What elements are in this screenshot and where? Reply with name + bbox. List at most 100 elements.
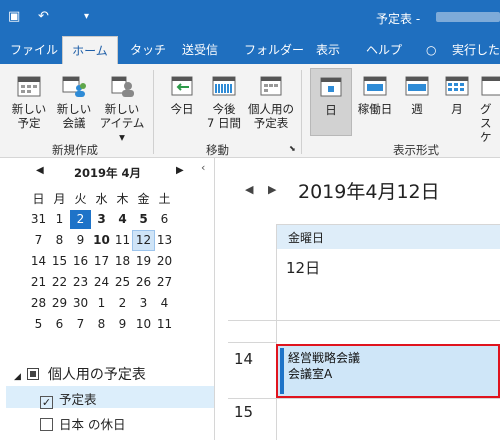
- mini-calendar-day[interactable]: 8: [91, 315, 112, 334]
- mini-calendar-day[interactable]: 22: [49, 273, 70, 292]
- mini-calendar-day[interactable]: 28: [28, 294, 49, 313]
- mini-calendar-day[interactable]: 11: [154, 315, 175, 334]
- mini-calendar-day[interactable]: 4: [112, 210, 133, 229]
- tab-touch[interactable]: タッチ: [130, 36, 166, 64]
- mini-calendar-day[interactable]: 17: [91, 252, 112, 271]
- tab-view[interactable]: 表示: [316, 36, 340, 64]
- today-button[interactable]: 今日: [164, 74, 200, 116]
- mini-calendar-day[interactable]: 1: [49, 210, 70, 229]
- mini-calendar-day[interactable]: 12: [132, 230, 155, 251]
- group-label-new: 新規作成: [52, 143, 98, 157]
- calendar-item-label: 予定表: [59, 392, 97, 407]
- group-label-move: 移動: [206, 143, 229, 157]
- calendar-checkbox[interactable]: ✓: [40, 396, 53, 409]
- mini-calendar-day[interactable]: 29: [49, 294, 70, 313]
- calendar-checkbox[interactable]: [40, 418, 53, 431]
- tab-home[interactable]: ホーム: [62, 36, 118, 64]
- mini-calendar-day[interactable]: 30: [70, 294, 91, 313]
- weekday-header: 土: [158, 192, 171, 206]
- selected-calendar-highlight: [6, 386, 214, 408]
- weekday-header: 日: [32, 192, 45, 206]
- new-items-icon: [111, 76, 134, 97]
- mini-calendar-day[interactable]: 20: [154, 252, 175, 271]
- customize-quick-access-icon[interactable]: ▾: [84, 11, 89, 22]
- title-bar: ▣ ↶ ▾ 予定表 -: [0, 0, 500, 36]
- mini-calendar-day[interactable]: 2: [70, 210, 91, 229]
- mini-calendar-day[interactable]: 3: [91, 210, 112, 229]
- mini-calendar-day[interactable]: 7: [70, 315, 91, 334]
- mini-calendar-day[interactable]: 4: [154, 294, 175, 313]
- tab-help[interactable]: ヘルプ: [366, 36, 402, 64]
- calendar-item-default[interactable]: ✓ 予定表: [40, 389, 97, 409]
- mini-calendar-day[interactable]: 9: [112, 315, 133, 334]
- new-appointment-button[interactable]: 新しい 予定: [8, 74, 50, 130]
- mini-calendar-day[interactable]: 11: [112, 231, 133, 250]
- button-label: 新しい: [104, 102, 140, 116]
- mini-calendar-day[interactable]: 8: [49, 231, 70, 250]
- mini-calendar-day[interactable]: 26: [133, 273, 154, 292]
- mini-calendar-day[interactable]: 15: [49, 252, 70, 271]
- mini-calendar-day[interactable]: 6: [154, 210, 175, 229]
- previous-month-arrow[interactable]: ◀: [36, 165, 44, 176]
- my-calendar-button[interactable]: 個人用の 予定表: [246, 74, 296, 130]
- tab-file[interactable]: ファイル: [10, 36, 58, 64]
- account-name-redacted: [436, 12, 500, 22]
- collapse-pane-icon[interactable]: ‹: [201, 161, 205, 174]
- group-checkbox[interactable]: [27, 368, 40, 380]
- day-view-button[interactable]: 日: [310, 68, 352, 136]
- next-month-arrow[interactable]: ▶: [176, 165, 184, 176]
- mini-calendar-day[interactable]: 19: [133, 252, 154, 271]
- mini-calendar-day[interactable]: 5: [133, 210, 154, 229]
- mini-calendar-day[interactable]: 27: [154, 273, 175, 292]
- work-week-view-button[interactable]: 稼働日: [356, 74, 394, 116]
- month-view-button[interactable]: 月: [440, 74, 474, 116]
- mini-calendar-day[interactable]: 18: [112, 252, 133, 271]
- button-label: スケ: [480, 116, 492, 144]
- mini-calendar-day[interactable]: 13: [154, 231, 175, 250]
- mini-calendar-day[interactable]: 31: [28, 210, 49, 229]
- undo-icon[interactable]: ↶: [38, 9, 49, 24]
- calendar-item-holidays[interactable]: 日本 の休日: [40, 414, 125, 433]
- previous-day-arrow[interactable]: ◀: [245, 183, 253, 196]
- schedule-view-button[interactable]: グ スケ: [480, 74, 500, 144]
- lightbulb-icon: ○: [426, 43, 437, 57]
- week-view-button[interactable]: 週: [400, 74, 434, 116]
- mini-calendar-day[interactable]: 14: [28, 252, 49, 271]
- button-label: 予定表: [253, 116, 289, 130]
- mini-calendar-day[interactable]: 25: [112, 273, 133, 292]
- mini-calendar-day[interactable]: 10: [133, 315, 154, 334]
- mini-calendar-day[interactable]: 10: [91, 231, 112, 250]
- mini-calendar-day[interactable]: 16: [70, 252, 91, 271]
- calendar-group-header[interactable]: ◢ 個人用の予定表: [14, 364, 146, 384]
- mini-calendar-day[interactable]: 21: [28, 273, 49, 292]
- mini-calendar-day[interactable]: 1: [91, 294, 112, 313]
- window-title: 予定表 -: [376, 12, 421, 26]
- new-meeting-button[interactable]: 新しい 会議: [54, 74, 94, 130]
- tell-me-search[interactable]: 実行したい: [452, 36, 500, 85]
- mini-calendar-day[interactable]: 24: [91, 273, 112, 292]
- new-items-button[interactable]: 新しい アイテム ▾: [96, 74, 148, 144]
- mini-calendar-day[interactable]: 3: [133, 294, 154, 313]
- calendar-icon: [260, 76, 282, 96]
- weekday-header: 月: [53, 192, 66, 206]
- save-icon[interactable]: ▣: [8, 9, 20, 24]
- mini-calendar-day[interactable]: 2: [112, 294, 133, 313]
- tab-folder[interactable]: フォルダー: [244, 36, 304, 64]
- appointment-block[interactable]: 経営戦略会議 会議室A: [276, 344, 500, 398]
- day-number: 12日: [286, 259, 321, 277]
- next-day-arrow[interactable]: ▶: [268, 183, 276, 196]
- next-7-days-button[interactable]: 今後 7 日間: [202, 74, 246, 130]
- mini-calendar-day[interactable]: 9: [70, 231, 91, 250]
- dialog-launcher-icon[interactable]: ⬊: [289, 144, 296, 153]
- mini-calendar-day[interactable]: 6: [49, 315, 70, 334]
- mini-calendar-day[interactable]: 7: [28, 231, 49, 250]
- button-label: 個人用の: [248, 102, 294, 116]
- tab-send-receive[interactable]: 送受信: [182, 36, 218, 64]
- mini-calendar-day[interactable]: 23: [70, 273, 91, 292]
- button-label: アイテム ▾: [99, 116, 145, 144]
- pane-divider[interactable]: [214, 158, 215, 440]
- button-label: 新しい: [56, 102, 92, 116]
- calendar-item-label: 日本 の休日: [59, 417, 126, 432]
- appointment-title: 経営戦略会議: [288, 351, 361, 365]
- mini-calendar-day[interactable]: 5: [28, 315, 49, 334]
